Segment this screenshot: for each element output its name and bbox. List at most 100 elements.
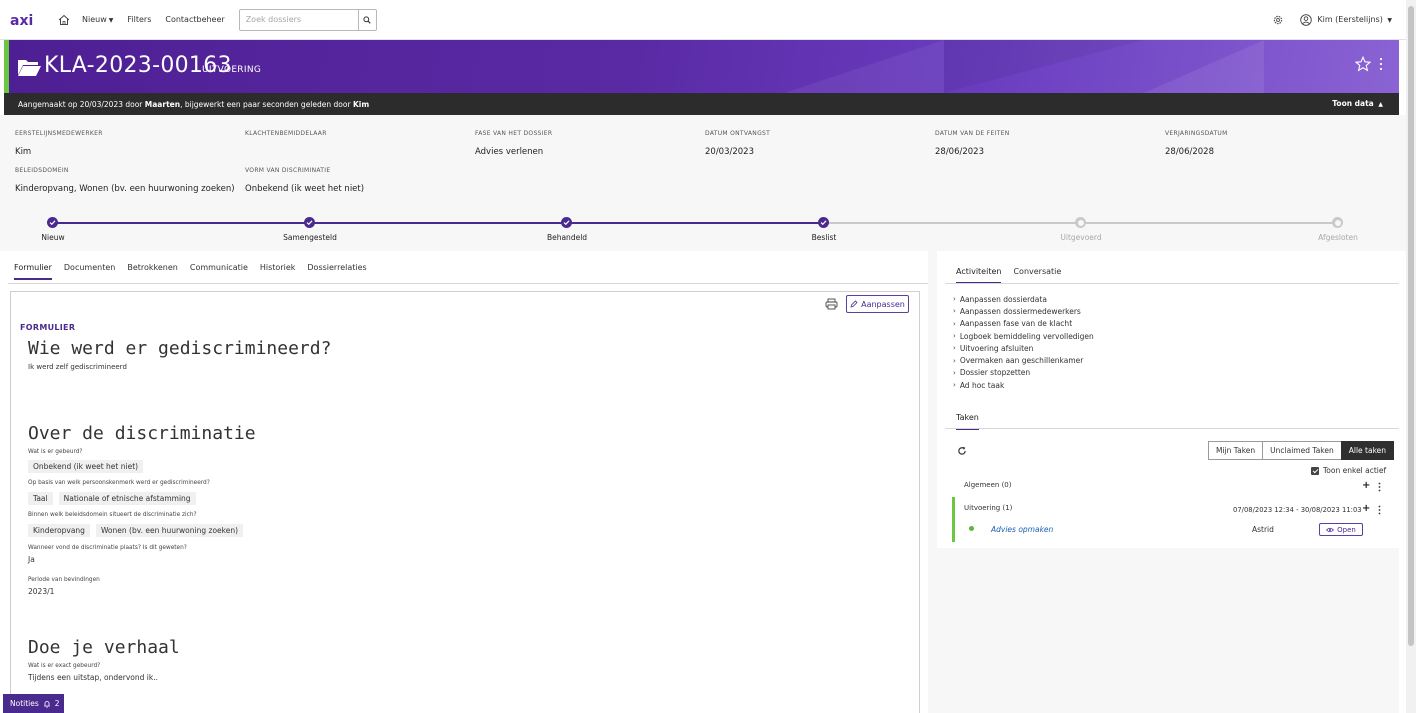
step-behandeld — [561, 217, 572, 228]
answer-chip: Onbekend (ik weet het niet) — [28, 460, 144, 473]
progress-line-done — [53, 222, 824, 224]
answer-chips: Onbekend (ik weet het niet) — [28, 460, 144, 473]
step-uitgevoerd — [1075, 217, 1086, 228]
question-label: Binnen welk beleidsdomein situeert de di… — [28, 512, 197, 518]
answer-chips: Kinderopvang Wonen (bv. een huurwoning z… — [28, 524, 244, 537]
tab-communicatie[interactable]: Communicatie — [190, 263, 248, 280]
step-label: Uitgevoerd — [1060, 233, 1102, 242]
search-icon — [363, 15, 371, 24]
dossier-progress: Nieuw Samengesteld Behandeld Beslist Uit… — [0, 205, 1406, 251]
tab-conversatie[interactable]: Conversatie — [1013, 267, 1061, 284]
search-button[interactable] — [357, 9, 376, 30]
refresh-icon[interactable] — [957, 446, 967, 456]
status-stripe — [4, 40, 9, 93]
field-vorm-discriminatie: VORM VAN DISCRIMINATIE Onbekend (ik weet … — [245, 167, 365, 194]
question-label: Wanneer vond de discriminatie plaats? Is… — [28, 545, 187, 551]
question-label: Wat is er gebeurd? — [28, 449, 83, 455]
question-label: Op basis van welk persoonskenmerk werd e… — [28, 480, 210, 486]
filter-alle-taken[interactable]: Alle taken — [1340, 441, 1395, 460]
step-nieuw — [47, 217, 58, 228]
step-afgesloten — [1332, 217, 1343, 228]
top-navbar: axi Nieuw▼ Filters Contactbeheer Kim (Ee… — [0, 0, 1406, 40]
tab-betrokkenen[interactable]: Betrokkenen — [127, 263, 178, 280]
right-panel-background — [937, 548, 1399, 713]
nav-nieuw[interactable]: Nieuw ▼ — [82, 15, 113, 24]
task-link[interactable]: Advies opmaken — [991, 525, 1053, 534]
search-box — [238, 8, 377, 31]
answer-text: 2023/1 — [28, 587, 55, 596]
banner-decoration — [944, 40, 1144, 93]
more-options-icon[interactable] — [1378, 57, 1384, 71]
dossier-meta-bar: Aangemaakt op 20/03/2023 door Maarten, b… — [4, 93, 1399, 115]
user-icon[interactable] — [1300, 13, 1313, 26]
task-group-uitvoering[interactable]: Uitvoering (1) — [964, 504, 1012, 512]
tab-dossierrelaties[interactable]: Dossierrelaties — [307, 263, 366, 280]
step-samengesteld — [304, 217, 315, 228]
more-options-icon[interactable] — [1378, 482, 1381, 492]
plus-icon[interactable]: + — [1362, 480, 1370, 491]
chevron-right-icon: › — [953, 368, 956, 377]
nav-right: Kim (Eerstelijns) ▼ — [1272, 13, 1392, 26]
task-date-range: 07/08/2023 12:34 - 30/08/2023 11:03 — [1233, 506, 1362, 514]
eye-icon — [1326, 527, 1335, 532]
filter-unclaimed-taken[interactable]: Unclaimed Taken — [1262, 441, 1342, 460]
filter-mijn-taken[interactable]: Mijn Taken — [1208, 441, 1264, 460]
more-options-icon[interactable] — [1378, 505, 1381, 515]
answer-chip: Wonen (bv. een huurwoning zoeken) — [95, 524, 244, 537]
open-task-button[interactable]: Open — [1319, 523, 1363, 536]
step-label: Behandeld — [546, 233, 588, 242]
activity-item[interactable]: › Aanpassen dossiermedewerkers — [953, 305, 1094, 317]
step-label: Nieuw — [41, 233, 65, 242]
check-icon — [820, 220, 827, 226]
field-eerstelijnsmedewerker: EERSTELIJNSMEDEWERKER Kim — [15, 130, 103, 157]
field-datum-feiten: DATUM VAN DE FEITEN 28/06/2023 — [935, 130, 1010, 157]
activity-item[interactable]: › Ad hoc taak — [953, 379, 1094, 391]
notities-button[interactable]: Notities 2 — [3, 694, 64, 713]
bell-icon — [43, 700, 50, 708]
activity-item[interactable]: › Aanpassen fase van de klacht — [953, 318, 1094, 330]
nav-contactbeheer[interactable]: Contactbeheer — [165, 15, 224, 24]
check-icon — [563, 220, 570, 226]
chevron-right-icon: › — [953, 332, 956, 341]
tab-activiteiten[interactable]: Activiteiten — [956, 267, 1002, 284]
caret-down-icon: ▼ — [1387, 17, 1392, 24]
activity-item[interactable]: › Logboek bemiddeling vervolledigen — [953, 330, 1094, 342]
activity-item[interactable]: › Dossier stopzetten — [953, 367, 1094, 379]
checkbox-checked[interactable] — [1311, 466, 1319, 475]
chevron-right-icon: › — [953, 307, 956, 316]
activity-item[interactable]: › Aanpassen dossierdata — [953, 293, 1094, 305]
user-menu[interactable]: Kim (Eerstelijns) ▼ — [1317, 15, 1392, 24]
dossier-fields: EERSTELIJNSMEDEWERKER Kim KLACHTENBEMIDDE… — [0, 115, 1406, 215]
search-input[interactable] — [239, 9, 358, 30]
activity-list: › Aanpassen dossierdata › Aanpassen dossie… — [953, 293, 1094, 391]
activity-item[interactable]: › Uitvoering afsluiten — [953, 342, 1094, 354]
toon-actief-toggle[interactable]: Toon enkel actief — [1311, 466, 1386, 475]
tab-historiek[interactable]: Historiek — [260, 263, 296, 280]
tab-documenten[interactable]: Documenten — [64, 263, 115, 280]
dossier-status: UITVOERING — [202, 65, 262, 75]
nav-filters[interactable]: Filters — [127, 15, 151, 24]
axi-logo[interactable]: axi — [10, 13, 40, 27]
caret-down-icon: ▼ — [108, 17, 114, 24]
task-group-algemeen[interactable]: Algemeen (0) — [964, 481, 1012, 489]
caret-up-icon: ▲ — [1378, 101, 1383, 108]
right-tabs: Activiteiten Conversatie — [956, 267, 1073, 284]
tab-formulier[interactable]: Formulier — [14, 263, 52, 280]
plus-icon[interactable]: + — [1362, 503, 1370, 514]
toon-data-toggle[interactable]: Toon data ▲ — [1332, 99, 1383, 108]
answer-chip: Kinderopvang — [28, 524, 90, 537]
task-group-indicator — [952, 497, 955, 542]
aanpassen-button[interactable]: Aanpassen — [846, 295, 909, 313]
answer-text: Ja — [28, 555, 35, 564]
gear-icon[interactable] — [1272, 14, 1284, 26]
created-info: Aangemaakt op 20/03/2023 door Maarten, b… — [18, 99, 370, 109]
task-status-dot — [969, 526, 974, 531]
scrollbar-thumb[interactable] — [1408, 6, 1414, 646]
check-icon — [306, 220, 313, 226]
print-icon[interactable] — [825, 298, 838, 310]
activity-item[interactable]: › Overmaken aan geschillenkamer — [953, 354, 1094, 366]
page-scrollbar[interactable] — [1406, 0, 1416, 713]
star-icon[interactable] — [1355, 56, 1371, 72]
home-icon[interactable] — [58, 14, 70, 26]
chevron-right-icon: › — [953, 344, 956, 353]
